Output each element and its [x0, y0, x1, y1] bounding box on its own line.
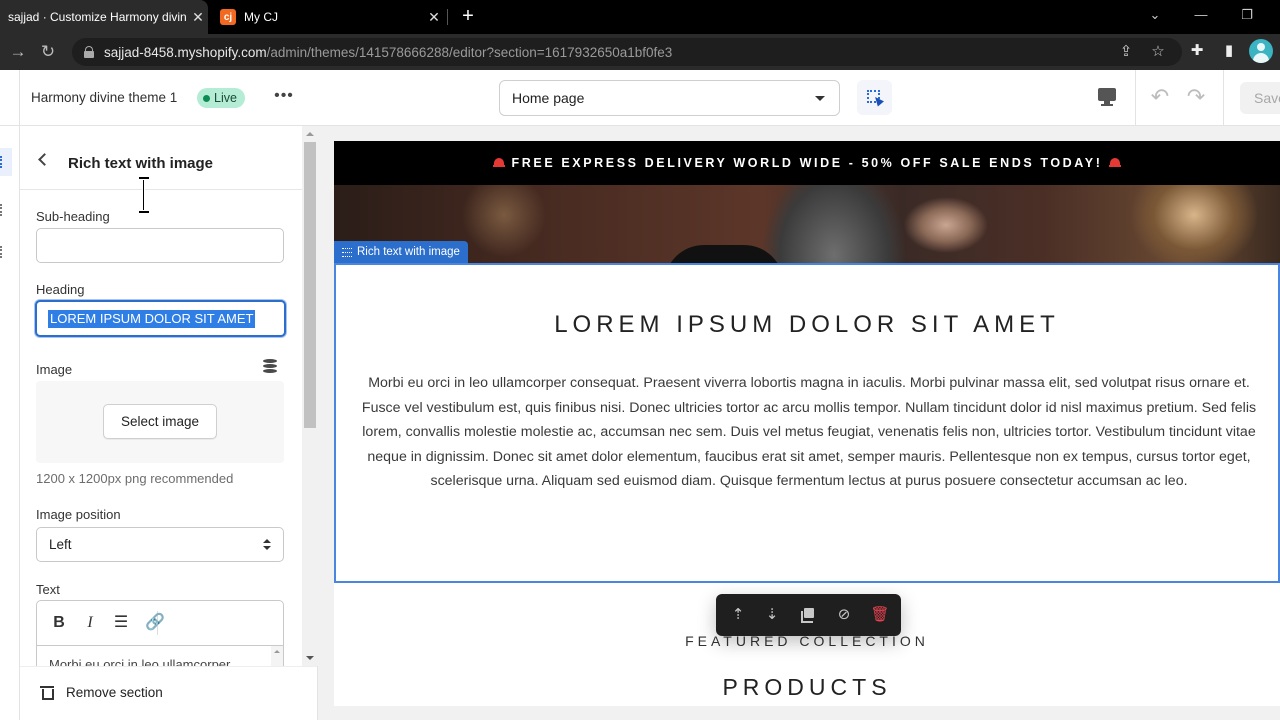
cj-favicon-icon: cj — [220, 9, 236, 25]
text-label: Text — [36, 582, 60, 597]
panel-header: Rich text with image — [20, 126, 302, 190]
image-picker: Select image — [36, 381, 284, 463]
back-chevron-icon[interactable] — [36, 152, 50, 166]
rich-text-section[interactable]: LOREM IPSUM DOLOR SIT AMET Morbi eu orci… — [334, 263, 1280, 583]
section-icon — [342, 247, 352, 257]
image-help-text: 1200 x 1200px png recommended — [36, 471, 234, 486]
duplicate-icon[interactable] — [798, 605, 818, 625]
chevron-down-icon — [815, 96, 825, 101]
section-body-text: Morbi eu orci in leo ullamcorper consequ… — [361, 375, 1257, 489]
monitor-base — [1101, 104, 1113, 106]
heading-value-selected: LOREM IPSUM DOLOR SIT AMET — [48, 310, 256, 328]
scrollbar-thumb[interactable] — [304, 142, 316, 428]
bookmark-star-icon[interactable]: ☆ — [1149, 43, 1167, 61]
rail-apps-icon[interactable] — [0, 238, 12, 266]
browser-tab-bar: sajjad · Customize Harmony divin ✕ cj My… — [0, 0, 1280, 34]
section-tag[interactable]: Rich text with image — [334, 241, 468, 263]
tab-customize[interactable]: sajjad · Customize Harmony divin ✕ — [0, 0, 208, 34]
page-select-value: Home page — [512, 90, 585, 106]
redo-icon[interactable]: ↷ — [1183, 84, 1209, 110]
image-position-value: Left — [49, 537, 72, 552]
heading-label: Heading — [36, 282, 85, 297]
rte-toolbar: B I ☰ 🔗 — [37, 601, 283, 646]
section-tag-label: Rich text with image — [357, 246, 460, 258]
bullet-list-icon[interactable]: ☰ — [111, 613, 131, 633]
new-tab-icon[interactable]: + — [456, 4, 480, 28]
tab-search-icon[interactable]: ⌄ — [1132, 0, 1178, 34]
heading-input[interactable]: LOREM IPSUM DOLOR SIT AMET — [35, 300, 286, 337]
reload-icon[interactable]: ↻ — [36, 40, 60, 64]
rail-sections-icon[interactable] — [0, 148, 12, 176]
subheading-label: Sub-heading — [36, 209, 110, 224]
status-badge-label: Live — [214, 91, 237, 105]
restore-icon[interactable]: ❐ — [1224, 0, 1270, 34]
desktop-preview-button[interactable] — [1096, 86, 1120, 110]
tab-title: sajjad · Customize Harmony divin — [8, 10, 187, 24]
subheading-input[interactable] — [36, 228, 284, 263]
url-input[interactable]: sajjad-8458.myshopify.com/admin/themes/1… — [72, 38, 1182, 66]
tab-my-cj[interactable]: cj My CJ ✕ — [212, 0, 444, 34]
siren-icon — [1109, 158, 1122, 168]
select-image-button[interactable]: Select image — [103, 404, 217, 439]
products-title: PRODUCTS — [722, 674, 892, 700]
status-badge: Live — [197, 88, 245, 108]
image-position-label: Image position — [36, 507, 121, 522]
slideshow-image[interactable] — [334, 185, 1280, 285]
theme-name: Harmony divine theme 1 — [31, 90, 178, 105]
address-bar-row: → ↻ sajjad-8458.myshopify.com/admin/them… — [0, 34, 1280, 70]
extensions-puzzle-icon[interactable]: ✚ — [1186, 40, 1208, 62]
trash-icon — [40, 684, 54, 700]
move-up-icon[interactable]: ⇡ — [728, 605, 748, 625]
desktop-monitor-icon — [1098, 88, 1116, 101]
divider — [1223, 70, 1224, 126]
close-tab-icon[interactable]: ✕ — [188, 9, 208, 26]
minimize-icon[interactable]: — — [1178, 0, 1224, 34]
text-cursor-icon — [138, 176, 150, 214]
tab-title: My CJ — [244, 10, 278, 24]
inspector-toggle-button[interactable] — [857, 80, 892, 115]
panel-footer: Remove section — [20, 666, 317, 720]
link-icon[interactable]: 🔗 — [145, 613, 165, 633]
page-select[interactable]: Home page — [499, 80, 840, 116]
move-down-icon[interactable]: ⇣ — [762, 605, 782, 625]
lock-icon — [84, 46, 94, 58]
image-position-select[interactable]: Left — [36, 527, 284, 562]
siren-icon — [492, 158, 505, 168]
tab-separator — [447, 9, 448, 25]
delete-trash-icon[interactable]: 🗑 — [870, 605, 890, 625]
hide-eye-slash-icon[interactable]: ⊘ — [834, 605, 854, 625]
close-tab-icon[interactable]: ✕ — [424, 9, 444, 26]
section-action-toolbar: ⇡ ⇣ ⊘ 🗑 — [716, 594, 901, 636]
select-arrows-icon — [263, 539, 271, 551]
dynamic-source-icon[interactable] — [263, 359, 277, 373]
section-settings-panel: Rich text with image Sub-heading Heading… — [20, 126, 318, 720]
image-label: Image — [36, 362, 73, 377]
panel-title: Rich text with image — [68, 155, 214, 172]
forward-icon[interactable]: → — [6, 40, 30, 64]
more-actions-button[interactable]: ••• — [270, 86, 298, 110]
live-dot-icon — [203, 94, 210, 102]
remove-section-label: Remove section — [66, 684, 163, 700]
save-button[interactable]: Save — [1240, 82, 1280, 114]
profile-avatar[interactable] — [1249, 39, 1273, 63]
editor-header: Harmony divine theme 1 Live ••• Home pag… — [0, 70, 1280, 126]
url-host: sajjad-8458.myshopify.com — [104, 44, 267, 60]
remove-section-button[interactable]: Remove section — [40, 684, 163, 700]
section-heading: LOREM IPSUM DOLOR SIT AMET — [554, 311, 1060, 338]
url-path: /admin/themes/141578666288/editor?sectio… — [266, 44, 673, 60]
panel-scrollbar[interactable] — [302, 126, 318, 666]
divider — [1135, 70, 1136, 126]
scroll-up-icon[interactable] — [306, 132, 314, 136]
announcement-bar[interactable]: FREE EXPRESS DELIVERY WORLD WIDE - 50% O… — [334, 141, 1280, 185]
share-icon[interactable]: ⇪ — [1117, 43, 1135, 61]
undo-icon[interactable]: ↶ — [1147, 84, 1173, 110]
announcement-text: FREE EXPRESS DELIVERY WORLD WIDE - 50% O… — [511, 156, 1103, 170]
scroll-down-icon[interactable] — [306, 656, 314, 660]
editor-nav-rail — [0, 126, 20, 720]
italic-icon[interactable]: I — [80, 613, 100, 633]
header-left-strip — [0, 70, 20, 126]
side-panel-icon[interactable]: ▮ — [1218, 40, 1240, 62]
rail-theme-settings-icon[interactable] — [0, 196, 12, 224]
bold-icon[interactable]: B — [49, 613, 69, 633]
